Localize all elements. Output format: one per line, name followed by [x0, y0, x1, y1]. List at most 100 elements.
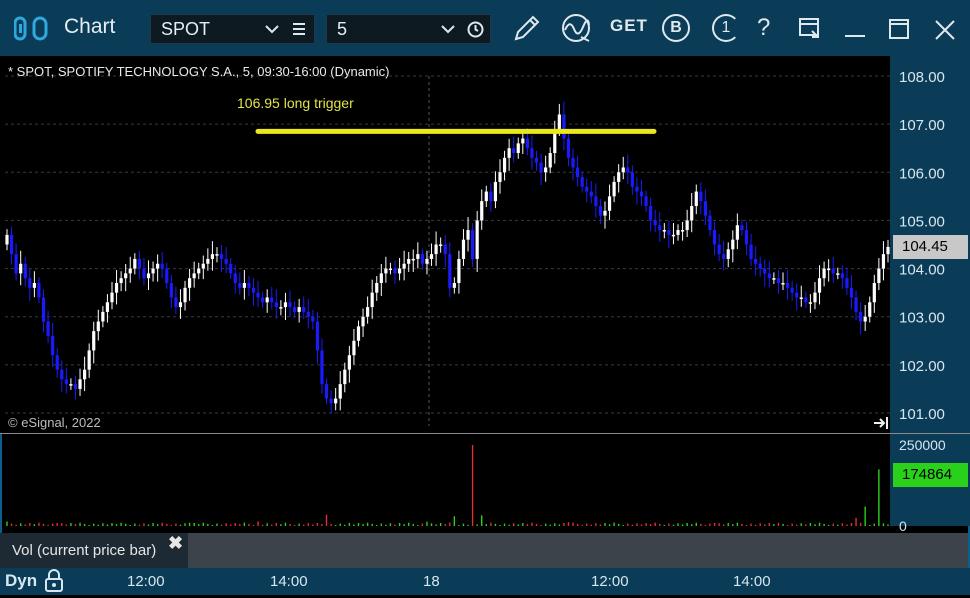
close-study-icon[interactable]: ✖ [168, 533, 183, 554]
window-title: Chart [64, 15, 116, 38]
candle-body [598, 205, 603, 216]
candle-body [283, 302, 288, 308]
trigger-annotation-label: 106.95 long trigger [237, 95, 354, 111]
candle-body [722, 254, 726, 259]
candle-body [799, 297, 803, 299]
candle-body [114, 283, 119, 293]
close-icon[interactable] [934, 19, 956, 41]
symbol-value: SPOT [161, 19, 211, 39]
candle-body [603, 210, 607, 216]
time-label: 12:00 [127, 573, 165, 590]
wave-icon[interactable] [561, 13, 593, 45]
candle-body [539, 162, 543, 173]
candle-body [64, 379, 68, 385]
candle-body [384, 268, 388, 274]
chevron-down-icon[interactable] [264, 22, 280, 36]
candle-body [210, 254, 215, 259]
candle-body [822, 268, 826, 279]
candle-body [475, 220, 479, 259]
time-label: 12:00 [591, 573, 629, 590]
help-icon[interactable]: ? [757, 14, 770, 42]
minimize-icon[interactable] [845, 34, 865, 38]
candle-body [242, 283, 246, 288]
b-icon[interactable]: B [662, 14, 690, 42]
candle-body [92, 331, 96, 351]
candle-body [187, 278, 192, 288]
candle-body [758, 263, 762, 269]
candle-body [124, 273, 128, 279]
app-logo-icon [13, 16, 54, 42]
dynamic-mode-label[interactable]: Dyn [5, 571, 37, 591]
candle-body [749, 244, 753, 259]
candle-body [183, 287, 187, 303]
symbol-input[interactable]: SPOT [150, 14, 315, 44]
candle-body [703, 201, 708, 216]
candle-body [311, 316, 315, 322]
candle-body [557, 114, 561, 129]
lock-icon[interactable] [44, 569, 64, 598]
candle-body [607, 196, 612, 211]
one-icon[interactable]: 1 [712, 14, 740, 42]
candle-body [881, 254, 886, 269]
current-volume-tag: 174864 [893, 463, 968, 488]
pencil-icon[interactable] [512, 13, 542, 43]
maximize-icon[interactable] [889, 19, 909, 39]
candle-body [493, 181, 498, 202]
candle-body [201, 263, 205, 269]
layout-icon[interactable] [798, 17, 822, 39]
candle-body [571, 157, 575, 168]
get-icon[interactable]: GET [610, 16, 648, 36]
candle-body [119, 278, 123, 284]
scroll-to-end-icon[interactable] [873, 416, 891, 430]
candle-body [9, 234, 14, 255]
candle-body [735, 225, 739, 240]
candle-body [78, 379, 82, 389]
chevron-down-icon[interactable] [440, 22, 456, 36]
candle-body [635, 186, 639, 192]
candle-body [790, 287, 794, 293]
candle-body [151, 268, 155, 274]
candle-body [461, 239, 466, 259]
clock-icon[interactable] [467, 21, 484, 38]
candle-body [859, 311, 863, 322]
candle-body [69, 384, 73, 386]
interval-input[interactable]: 5 [326, 14, 491, 44]
list-icon[interactable] [292, 22, 306, 36]
candle-body [626, 167, 630, 173]
candle-body [215, 254, 219, 256]
candle-body [676, 230, 680, 235]
volume-tick-label: 250000 [899, 437, 946, 453]
candle-body [261, 297, 265, 303]
time-label: 18 [423, 573, 440, 590]
candle-body [297, 307, 301, 312]
candle-body [165, 268, 169, 284]
candle-body [658, 225, 662, 231]
candle-body [379, 273, 383, 284]
current-price-tag: 104.45 [893, 234, 968, 259]
candle-body [434, 244, 438, 255]
candle-body [562, 114, 566, 139]
time-axis[interactable]: Dyn 12:00 14:00 18 12:00 14:00 [0, 568, 970, 595]
candle-body [407, 258, 411, 264]
candle-body [46, 321, 50, 336]
candle-body [712, 230, 717, 245]
candle-body [575, 167, 580, 178]
candle-body [484, 191, 488, 202]
copyright-label: © eSignal, 2022 [8, 415, 101, 430]
time-label: 14:00 [733, 573, 771, 590]
price-chart[interactable]: 108.00 107.00 106.00 105.00 104.00 103.00 102.… [0, 56, 970, 533]
candle-body [840, 273, 844, 279]
candle-body [288, 302, 292, 308]
price-tick-label: 102.00 [899, 358, 945, 375]
candle-body [548, 153, 552, 168]
candle-body [128, 268, 132, 274]
title-bar: Chart SPOT 5 GET B 1 ? [0, 0, 970, 56]
candle-body [251, 287, 256, 293]
candle-body [320, 350, 324, 385]
candle-body [448, 254, 452, 288]
candle-body [411, 258, 415, 261]
candle-body [817, 278, 822, 293]
candle-body [420, 254, 424, 264]
candle-body [23, 263, 27, 279]
price-tick-label: 103.00 [899, 310, 945, 327]
